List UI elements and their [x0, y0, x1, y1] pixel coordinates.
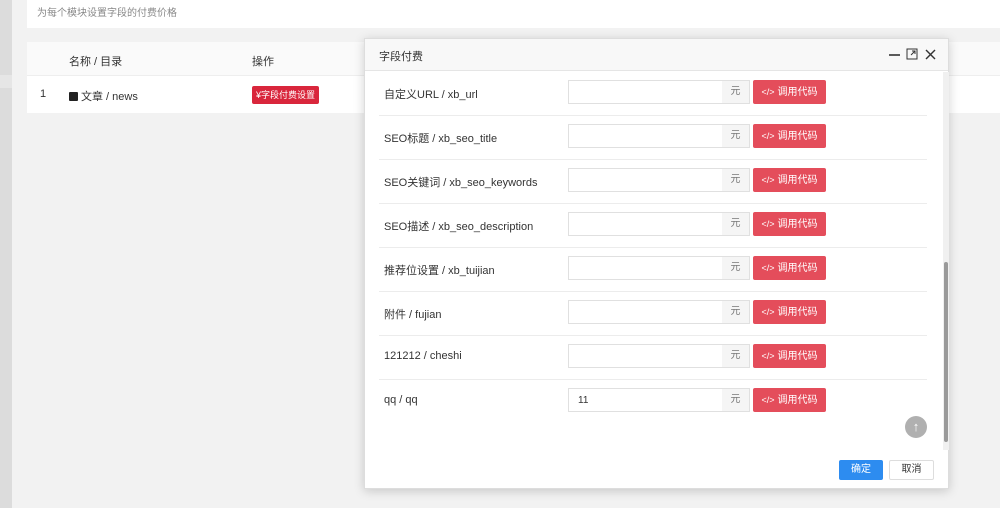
- price-input[interactable]: [568, 124, 723, 148]
- row-name-cell: 文章 / news: [69, 88, 138, 104]
- sidebar-block: [0, 0, 12, 75]
- unit-label: 元: [722, 256, 750, 280]
- field-row-xb-seo-title: SEO标题 / xb_seo_title 元 </> 调用代码: [379, 116, 927, 160]
- modal-title: 字段付费: [379, 51, 423, 63]
- price-input[interactable]: [568, 300, 723, 324]
- call-code-label: 调用代码: [777, 175, 818, 186]
- field-label: SEO标题 / xb_seo_title: [384, 133, 498, 145]
- price-input[interactable]: [568, 212, 723, 236]
- price-input[interactable]: [568, 80, 723, 104]
- description-panel: 为每个模块设置字段的付费价格: [27, 0, 1000, 28]
- code-icon: </>: [761, 351, 775, 361]
- field-label: 121212 / cheshi: [384, 350, 462, 362]
- field-label: SEO关键词 / xb_seo_keywords: [384, 177, 538, 189]
- field-fee-modal: 字段付费 自定义URL / xb_url 元 </> 调用代码 SEO标题 / x…: [364, 38, 949, 489]
- field-row-xb-tuijian: 推荐位设置 / xb_tuijian 元 </> 调用代码: [379, 248, 927, 292]
- column-header-action: 操作: [252, 56, 274, 68]
- row-name: 文章 / news: [81, 91, 138, 103]
- field-label: 自定义URL / xb_url: [384, 89, 478, 101]
- field-row-cheshi: 121212 / cheshi 元 </> 调用代码: [379, 336, 927, 380]
- call-code-label: 调用代码: [777, 351, 818, 362]
- unit-label: 元: [722, 124, 750, 148]
- field-label: 推荐位设置 / xb_tuijian: [384, 265, 495, 277]
- call-code-label: 调用代码: [777, 263, 818, 274]
- modal-header: 字段付费: [365, 39, 948, 71]
- call-code-label: 调用代码: [777, 131, 818, 142]
- call-code-label: 调用代码: [777, 395, 818, 406]
- page-description: 为每个模块设置字段的付费价格: [37, 8, 177, 19]
- code-icon: </>: [761, 219, 775, 229]
- call-code-label: 调用代码: [777, 307, 818, 318]
- call-code-button[interactable]: </> 调用代码: [753, 124, 826, 148]
- code-icon: </>: [761, 87, 775, 97]
- code-icon: </>: [761, 175, 775, 185]
- code-icon: </>: [761, 131, 775, 141]
- call-code-label: 调用代码: [777, 87, 818, 98]
- field-label: qq / qq: [384, 394, 418, 406]
- field-row-xb-seo-keywords: SEO关键词 / xb_seo_keywords 元 </> 调用代码: [379, 160, 927, 204]
- document-icon: [69, 92, 78, 101]
- field-label: 附件 / fujian: [384, 309, 442, 321]
- code-icon: </>: [761, 307, 775, 317]
- call-code-button[interactable]: </> 调用代码: [753, 80, 826, 104]
- code-icon: </>: [761, 395, 775, 405]
- cancel-button[interactable]: 取消: [889, 460, 934, 480]
- price-input[interactable]: [568, 344, 723, 368]
- unit-label: 元: [722, 388, 750, 412]
- field-row-xb-seo-description: SEO描述 / xb_seo_description 元 </> 调用代码: [379, 204, 927, 248]
- scrollbar-thumb[interactable]: [944, 262, 948, 442]
- call-code-label: 调用代码: [777, 219, 818, 230]
- field-row-xb-url: 自定义URL / xb_url 元 </> 调用代码: [379, 72, 927, 116]
- price-input[interactable]: [568, 388, 723, 412]
- maximize-icon[interactable]: [905, 46, 919, 62]
- unit-label: 元: [722, 344, 750, 368]
- left-sidebar-strip: [0, 0, 12, 508]
- price-input[interactable]: [568, 256, 723, 280]
- price-input[interactable]: [568, 168, 723, 192]
- call-code-button[interactable]: </> 调用代码: [753, 300, 826, 324]
- call-code-button[interactable]: </> 调用代码: [753, 212, 826, 236]
- unit-label: 元: [722, 212, 750, 236]
- field-row-qq: qq / qq 元 </>调用代码: [379, 380, 927, 424]
- code-icon: </>: [761, 263, 775, 273]
- field-fee-settings-button[interactable]: ¥字段付费设置: [252, 86, 320, 104]
- arrow-up-icon[interactable]: ↑: [905, 416, 927, 438]
- row-index: 1: [40, 88, 47, 100]
- unit-label: 元: [722, 80, 750, 104]
- call-code-button[interactable]: </> 调用代码: [753, 388, 826, 412]
- modal-body: 自定义URL / xb_url 元 </> 调用代码 SEO标题 / xb_seo…: [365, 72, 943, 450]
- modal-scrollbar[interactable]: [943, 72, 949, 450]
- field-row-fujian: 附件 / fujian 元 </> 调用代码: [379, 292, 927, 336]
- confirm-button[interactable]: 确定: [839, 460, 883, 480]
- unit-label: 元: [722, 168, 750, 192]
- sidebar-block: [0, 88, 12, 508]
- call-code-button[interactable]: </> 调用代码: [753, 344, 826, 368]
- column-header-name: 名称 / 目录: [69, 56, 123, 68]
- close-icon[interactable]: [923, 46, 937, 62]
- field-label: SEO描述 / xb_seo_description: [384, 221, 534, 233]
- minimize-icon[interactable]: [887, 46, 901, 62]
- call-code-button[interactable]: </> 调用代码: [753, 256, 826, 280]
- call-code-button[interactable]: </> 调用代码: [753, 168, 826, 192]
- unit-label: 元: [722, 300, 750, 324]
